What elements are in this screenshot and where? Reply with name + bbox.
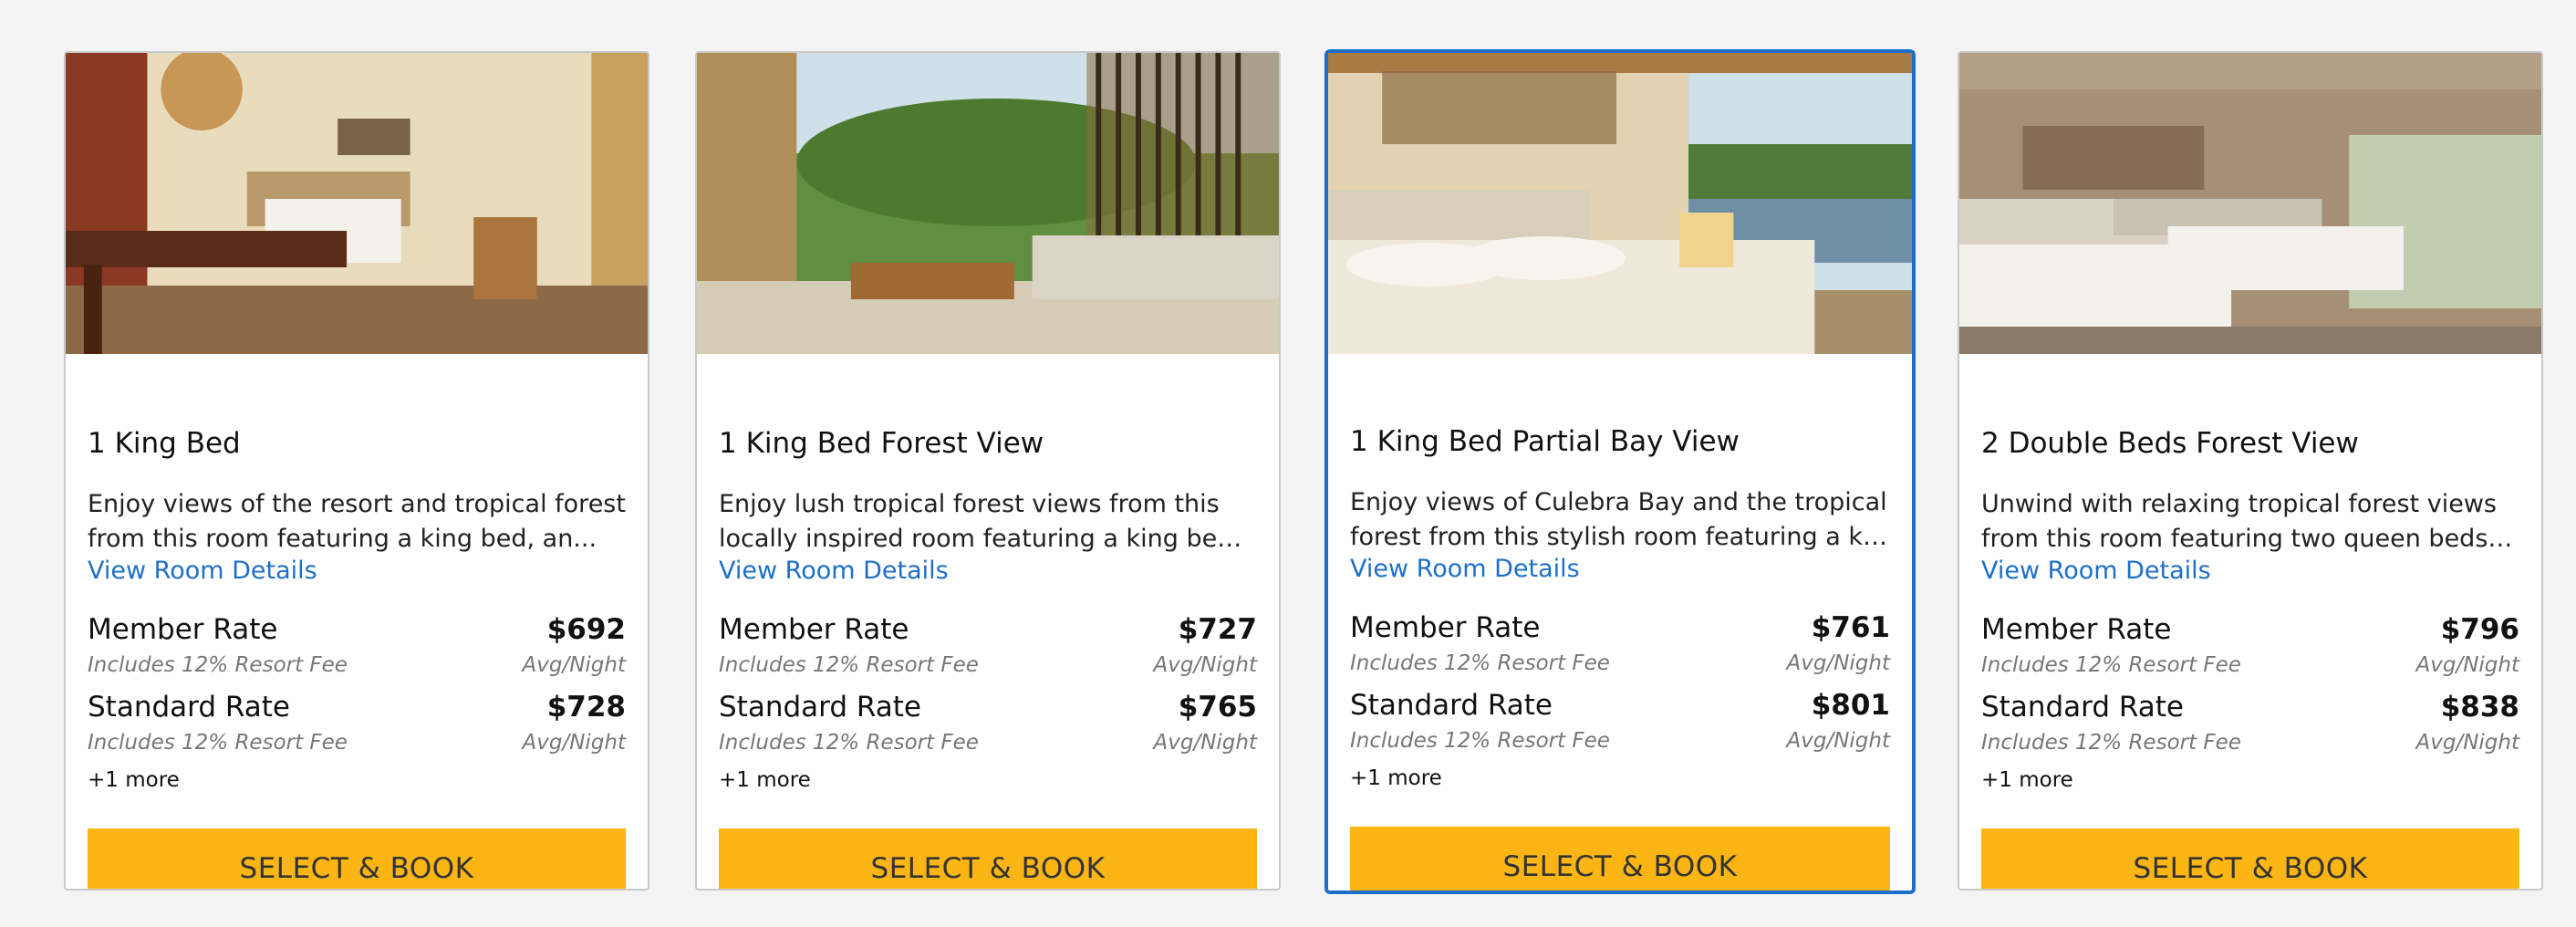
- select-and-book-button[interactable]: SELECT & BOOK: [719, 828, 1257, 889]
- standard-rate-row: Standard Rate $765 Includes 12% Resort F…: [719, 691, 1257, 755]
- resort-fee-note: Includes 12% Resort Fee: [88, 653, 348, 677]
- rate-price: $728: [546, 691, 626, 724]
- rate-name: Standard Rate: [1981, 691, 2184, 724]
- room-description-line: forest from this stylish room featuring …: [1350, 523, 1890, 551]
- rate-unit: Avg/Night: [2415, 653, 2519, 677]
- rate-unit: Avg/Night: [1786, 651, 1890, 675]
- rate-name: Member Rate: [719, 613, 909, 646]
- room-card[interactable]: 1 King Bed Forest View Enjoy lush tropic…: [695, 51, 1281, 891]
- rate-unit: Avg/Night: [522, 653, 626, 677]
- rate-name: Member Rate: [1350, 611, 1541, 644]
- standard-rate-row: Standard Rate $728 Includes 12% Resort F…: [88, 691, 626, 755]
- resort-fee-note: Includes 12% Resort Fee: [1981, 731, 2241, 755]
- room-card[interactable]: 2 Double Beds Forest View Unwind with re…: [1958, 51, 2543, 891]
- standard-rate-row: Standard Rate $801 Includes 12% Resort F…: [1350, 689, 1890, 753]
- rate-unit: Avg/Night: [2415, 731, 2519, 755]
- view-room-details-link[interactable]: View Room Details: [1350, 555, 1580, 583]
- rate-price: $692: [546, 613, 626, 646]
- rate-price: $838: [2440, 691, 2519, 724]
- room-description-line: Enjoy views of the resort and tropical f…: [88, 490, 626, 518]
- resort-fee-note: Includes 12% Resort Fee: [88, 731, 348, 755]
- rate-price: $801: [1811, 689, 1890, 722]
- room-title: 1 King Bed: [88, 427, 241, 460]
- view-room-details-link[interactable]: View Room Details: [1981, 557, 2211, 585]
- room-description: Enjoy lush tropical forest views from th…: [719, 487, 1257, 557]
- view-room-details-link[interactable]: View Room Details: [88, 557, 317, 585]
- room-photo[interactable]: [697, 53, 1279, 354]
- room-card-selected[interactable]: 1 King Bed Partial Bay View Enjoy views …: [1324, 49, 1916, 894]
- room-title: 1 King Bed Forest View: [719, 427, 1044, 460]
- room-description-line: Enjoy views of Culebra Bay and the tropi…: [1350, 488, 1887, 516]
- room-title: 1 King Bed Partial Bay View: [1350, 425, 1740, 458]
- member-rate-row: Member Rate $727 Includes 12% Resort Fee…: [719, 613, 1257, 677]
- rate-unit: Avg/Night: [1786, 729, 1890, 753]
- select-and-book-button[interactable]: SELECT & BOOK: [1981, 828, 2519, 889]
- rate-price: $796: [2440, 613, 2519, 646]
- more-rates-link[interactable]: +1 more: [88, 768, 180, 792]
- room-title: 2 Double Beds Forest View: [1981, 427, 2359, 460]
- room-description-line: from this room featuring a king bed, an.…: [88, 525, 597, 553]
- room-photo[interactable]: [1959, 53, 2541, 354]
- room-description-line: locally inspired room featuring a king b…: [719, 525, 1257, 553]
- room-photo[interactable]: [1328, 53, 1912, 354]
- member-rate-row: Member Rate $796 Includes 12% Resort Fee…: [1981, 613, 2519, 677]
- rate-name: Member Rate: [88, 613, 278, 646]
- rate-unit: Avg/Night: [522, 731, 626, 755]
- standard-rate-row: Standard Rate $838 Includes 12% Resort F…: [1981, 691, 2519, 755]
- rate-name: Member Rate: [1981, 613, 2172, 646]
- room-description-line: from this room featuring two queen beds,…: [1981, 525, 2519, 553]
- room-photo[interactable]: [66, 53, 648, 354]
- rate-unit: Avg/Night: [1153, 653, 1257, 677]
- resort-fee-note: Includes 12% Resort Fee: [1981, 653, 2241, 677]
- rate-name: Standard Rate: [1350, 689, 1553, 722]
- resort-fee-note: Includes 12% Resort Fee: [1350, 651, 1610, 675]
- rate-name: Standard Rate: [719, 691, 921, 724]
- view-room-details-link[interactable]: View Room Details: [719, 557, 949, 585]
- room-description-line: Enjoy lush tropical forest views from th…: [719, 490, 1220, 518]
- more-rates-link[interactable]: +1 more: [719, 768, 811, 792]
- select-and-book-button[interactable]: SELECT & BOOK: [88, 828, 626, 889]
- rate-price: $727: [1178, 613, 1257, 646]
- room-card[interactable]: 1 King Bed Enjoy views of the resort and…: [64, 51, 649, 891]
- select-and-book-button[interactable]: SELECT & BOOK: [1350, 827, 1890, 891]
- room-description-line: Unwind with relaxing tropical forest vie…: [1981, 490, 2497, 518]
- member-rate-row: Member Rate $692 Includes 12% Resort Fee…: [88, 613, 626, 677]
- rate-name: Standard Rate: [88, 691, 290, 724]
- room-results-grid: 1 King Bed Enjoy views of the resort and…: [0, 0, 2576, 927]
- more-rates-link[interactable]: +1 more: [1981, 768, 2073, 792]
- rate-price: $761: [1811, 611, 1890, 644]
- rate-price: $765: [1178, 691, 1257, 724]
- rate-unit: Avg/Night: [1153, 731, 1257, 755]
- more-rates-link[interactable]: +1 more: [1350, 766, 1442, 790]
- resort-fee-note: Includes 12% Resort Fee: [1350, 729, 1610, 753]
- resort-fee-note: Includes 12% Resort Fee: [719, 653, 979, 677]
- member-rate-row: Member Rate $761 Includes 12% Resort Fee…: [1350, 611, 1890, 675]
- room-description: Enjoy views of Culebra Bay and the tropi…: [1350, 485, 1890, 555]
- room-description: Enjoy views of the resort and tropical f…: [88, 487, 626, 557]
- resort-fee-note: Includes 12% Resort Fee: [719, 731, 979, 755]
- room-description: Unwind with relaxing tropical forest vie…: [1981, 487, 2519, 557]
